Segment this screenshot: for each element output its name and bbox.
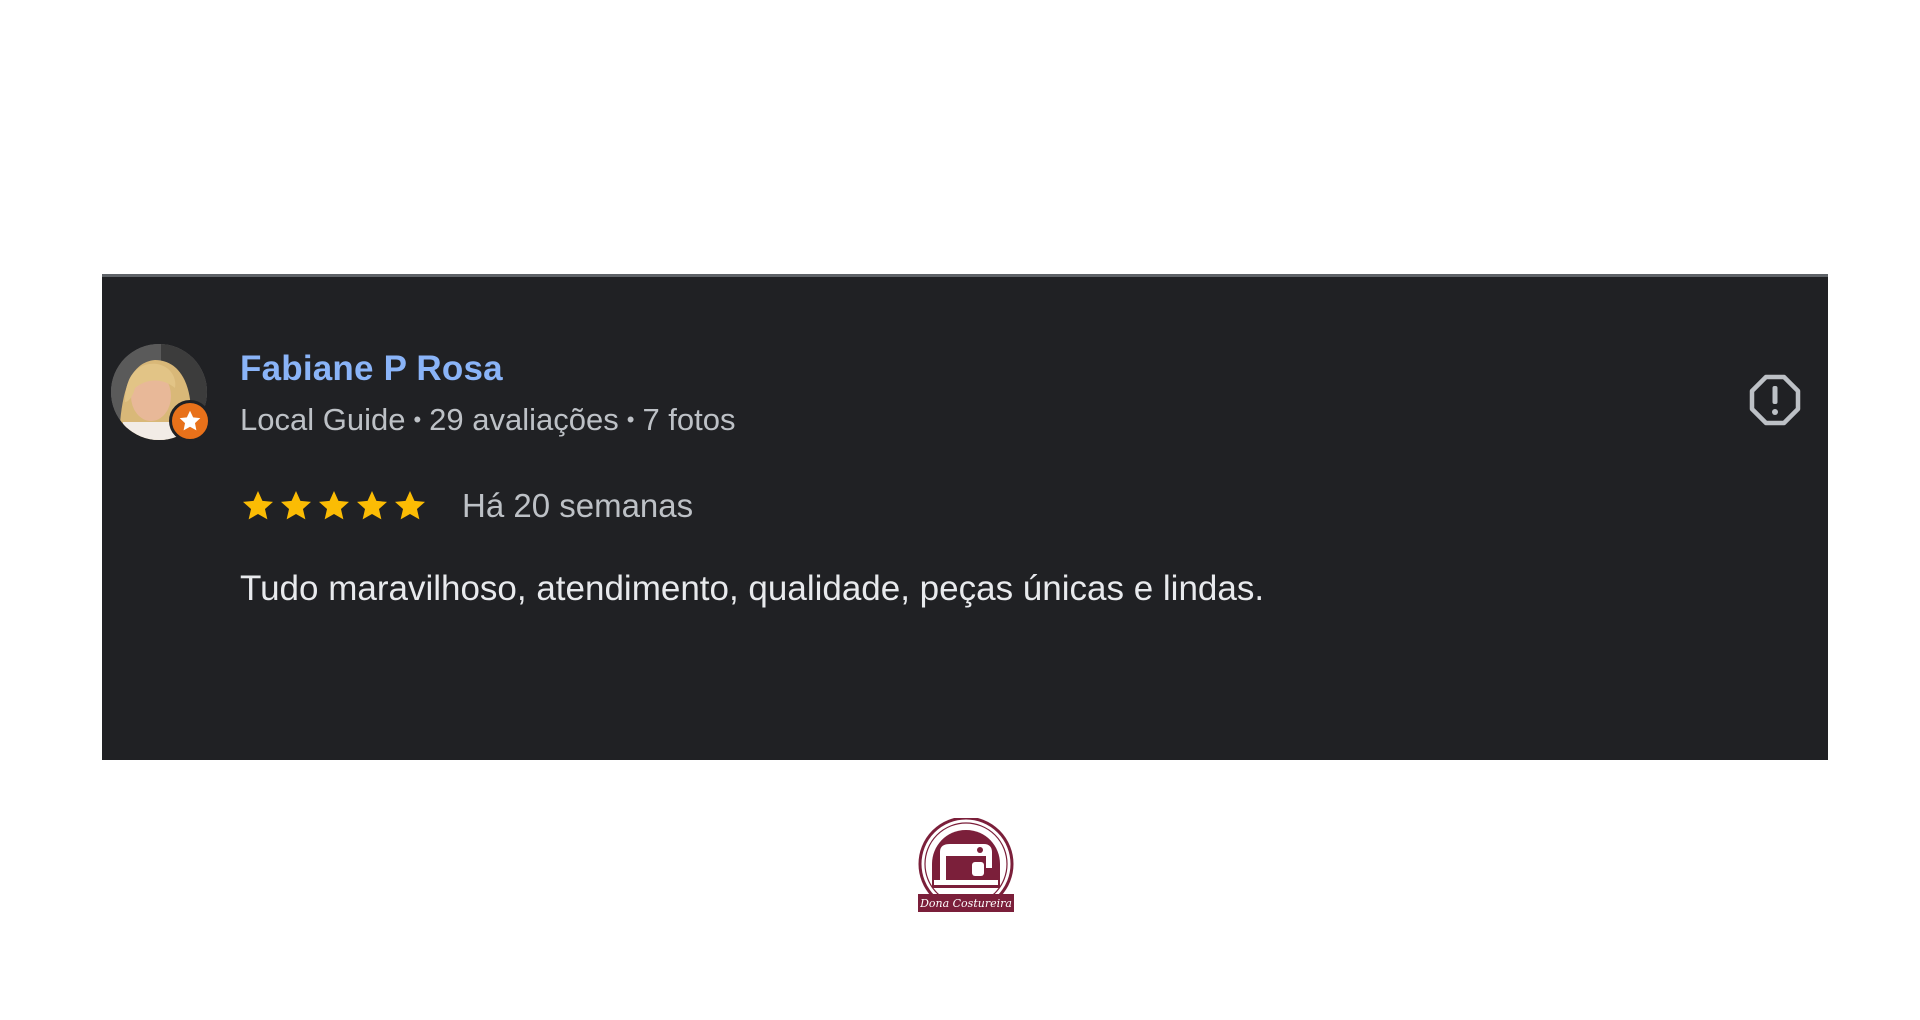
review-text: Tudo maravilhoso, atendimento, qualidade…: [240, 569, 1265, 608]
photos-count: 7 fotos: [642, 402, 736, 437]
meta-separator: •: [413, 407, 422, 432]
sewing-machine-logo-icon: Dona Costureira: [918, 816, 1014, 912]
star-icon: [243, 491, 273, 520]
star-rating: [240, 488, 428, 524]
reviewer-level: Local Guide: [240, 402, 406, 437]
rating-row: Há 20 semanas: [240, 487, 693, 525]
review-date: Há 20 semanas: [462, 487, 694, 524]
brand-logo: Dona Costureira: [916, 816, 1016, 918]
reviewer-name[interactable]: Fabiane P Rosa: [240, 349, 503, 389]
reviewer-meta: Local Guide • 29 avaliações • 7 fotos: [240, 402, 736, 438]
local-guide-star-icon: [179, 410, 201, 431]
report-exclamation-icon: [1749, 374, 1801, 426]
local-guide-badge: [169, 400, 211, 442]
star-icon: [357, 491, 387, 520]
star-icon: [319, 491, 349, 520]
star-icon: [281, 491, 311, 520]
reviews-count: 29 avaliações: [429, 402, 619, 437]
review-card: Fabiane P Rosa Local Guide • 29 avaliaçõ…: [102, 274, 1828, 760]
star-icon: [395, 491, 425, 520]
meta-separator: •: [626, 407, 635, 432]
report-button[interactable]: [1748, 373, 1802, 427]
reviewer-avatar-wrapper[interactable]: [111, 344, 211, 444]
brand-logo-text: Dona Costureira: [919, 897, 1012, 910]
